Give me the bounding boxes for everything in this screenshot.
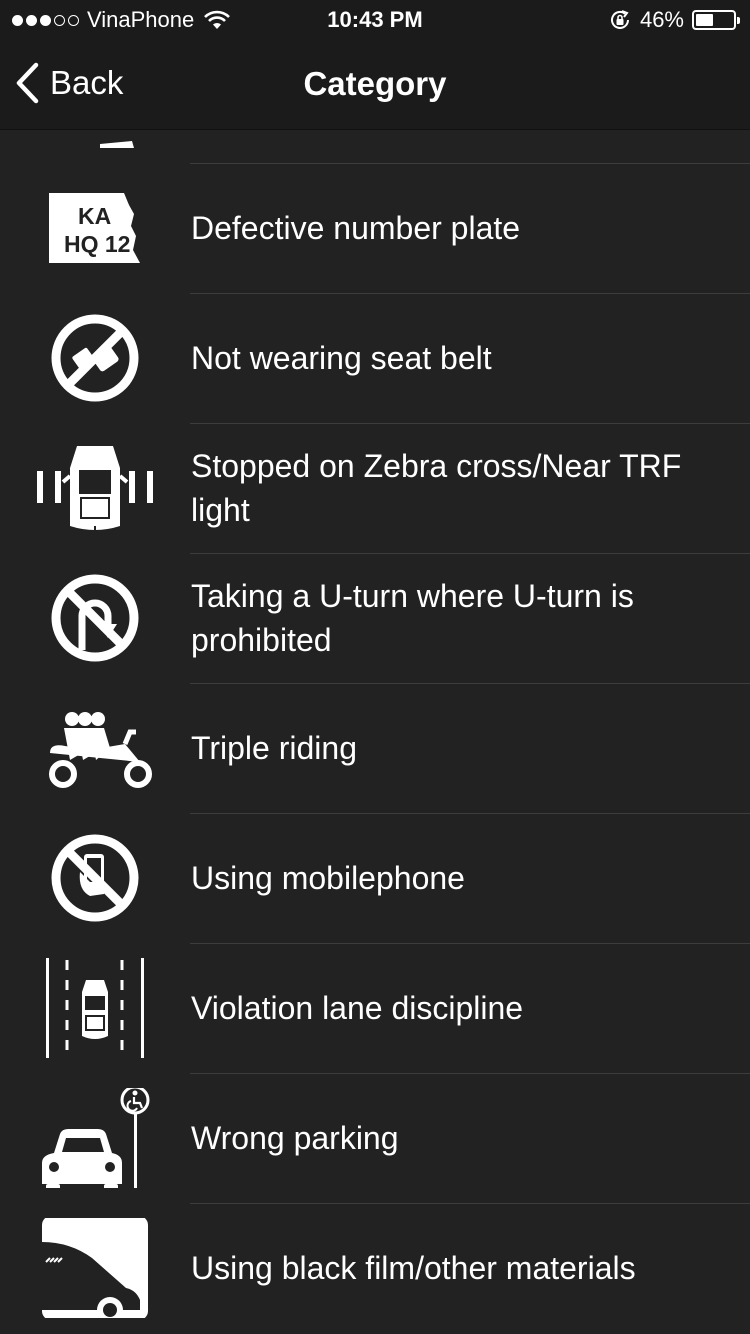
list-item[interactable]: Stopped on Zebra cross/Near TRF light: [0, 423, 750, 553]
category-label: Defective number plate: [191, 210, 521, 246]
category-label: Violation lane discipline: [191, 990, 524, 1026]
black-film-icon: [30, 1218, 160, 1318]
battery-level: [696, 14, 713, 26]
category-list: KA HQ 12 Defective number plate Not wear…: [0, 130, 750, 1334]
rotation-lock-icon: [610, 10, 629, 29]
wrong-parking-icon: [30, 1088, 160, 1188]
list-item[interactable]: Wrong parking: [0, 1073, 750, 1203]
plate-line-1: KA: [78, 203, 111, 229]
list-item-partial[interactable]: [0, 130, 750, 163]
list-item[interactable]: Triple riding: [0, 683, 750, 813]
no-seat-belt-icon: [30, 308, 160, 408]
battery-percent: 46%: [639, 7, 684, 32]
list-item[interactable]: KA HQ 12 Defective number plate: [0, 163, 750, 293]
list-item[interactable]: Taking a U-turn where U-turn is prohibit…: [0, 553, 750, 683]
list-item[interactable]: Using black film/other materials: [0, 1203, 750, 1333]
category-label: Wrong parking: [191, 1120, 399, 1156]
category-label: Using black film/other materials: [191, 1250, 636, 1286]
list-item[interactable]: Not wearing seat belt: [0, 293, 750, 423]
category-label: Triple riding: [191, 730, 357, 766]
status-right: 46%: [608, 7, 740, 33]
partial-icon: [30, 130, 160, 148]
category-label: Using mobilephone: [191, 860, 465, 896]
lane-discipline-icon: [30, 958, 160, 1058]
triple-riding-icon: [30, 698, 160, 798]
list-item[interactable]: Using mobilephone: [0, 813, 750, 943]
category-label: Stopped on Zebra cross/Near TRF light: [191, 448, 682, 528]
navigation-bar: Back Category: [0, 40, 750, 130]
no-u-turn-icon: [30, 568, 160, 668]
page-title: Category: [303, 65, 447, 102]
status-bar: VinaPhone 10:43 PM 46%: [0, 0, 750, 40]
category-label: Not wearing seat belt: [191, 340, 492, 376]
zebra-cross-icon: [30, 438, 160, 538]
no-mobile-phone-icon: [30, 828, 160, 928]
plate-line-2: HQ 12: [64, 231, 130, 257]
list-item[interactable]: Violation lane discipline: [0, 943, 750, 1073]
category-label: Taking a U-turn where U-turn is prohibit…: [191, 578, 634, 658]
number-plate-icon: KA HQ 12: [30, 178, 160, 278]
battery-icon: [692, 10, 740, 30]
